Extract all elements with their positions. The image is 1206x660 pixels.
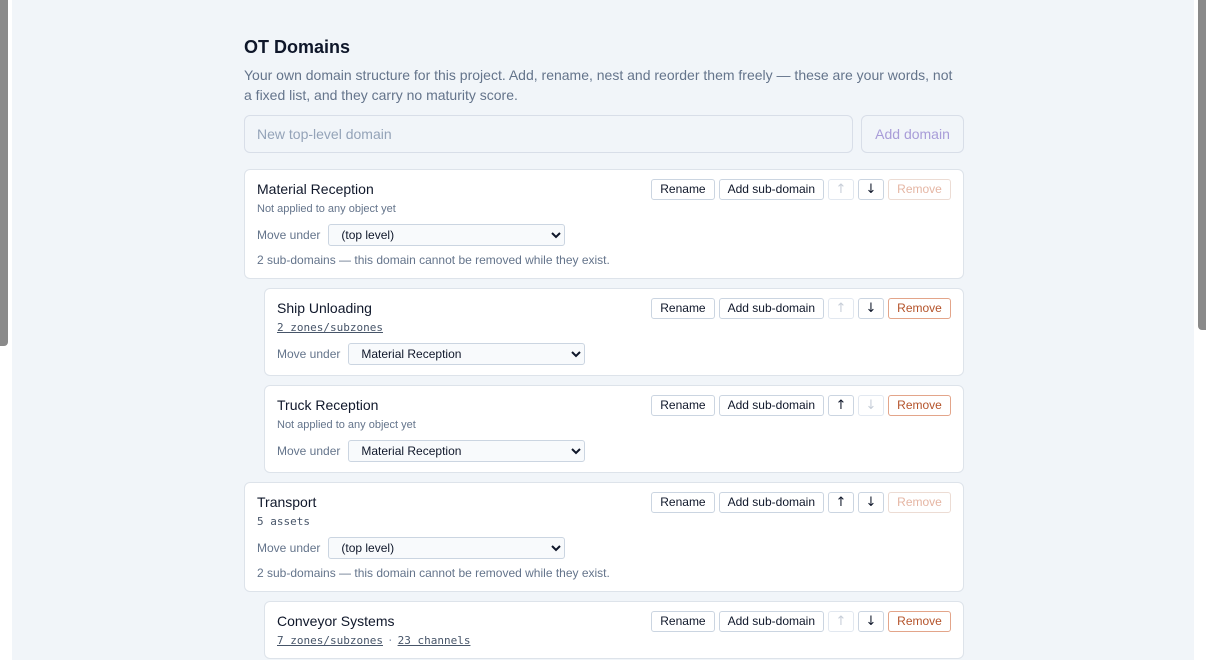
add-domain-form: Add domain [244, 115, 964, 153]
domain-card-truck-reception: Truck Reception Not applied to any objec… [264, 385, 964, 473]
usage-separator: · [386, 634, 394, 647]
domain-usage: 2 zones/subzones [277, 321, 951, 335]
add-sub-domain-button[interactable]: Add sub-domain [718, 179, 824, 200]
move-under-select[interactable]: Material Reception [348, 343, 586, 365]
move-down-button[interactable]: ↓ [858, 492, 884, 513]
move-under-select[interactable]: (top level) [328, 537, 566, 559]
add-sub-domain-button[interactable]: Add sub-domain [718, 492, 824, 513]
move-down-button[interactable]: ↓ [858, 611, 884, 632]
domain-actions: Rename Add sub-domain ↑ ↓ Remove [651, 611, 951, 632]
add-domain-button[interactable]: Add domain [861, 115, 964, 153]
domain-card-transport: Transport 5 assets Move under (top level… [244, 482, 964, 592]
move-under-label: Move under [277, 444, 341, 458]
sub-domain-note: 2 sub-domains — this domain cannot be re… [257, 253, 610, 267]
move-under-row: Move under Material Reception [277, 343, 951, 365]
zones-link[interactable]: 7 zones/subzones [277, 634, 383, 647]
domain-usage: Not applied to any object yet [277, 419, 416, 431]
domain-card-conveyor-systems: Conveyor Systems 7 zones/subzones · 23 cha… [264, 601, 964, 659]
remove-button[interactable]: Remove [888, 492, 951, 513]
add-sub-domain-button[interactable]: Add sub-domain [718, 298, 824, 319]
page-title: OT Domains [244, 37, 351, 57]
rename-button[interactable]: Rename [651, 492, 715, 513]
move-under-label: Move under [277, 347, 341, 361]
domain-usage: 5 assets [257, 515, 310, 528]
domain-usage: Not applied to any object yet [257, 203, 396, 215]
rename-button[interactable]: Rename [651, 395, 715, 416]
sub-domain-note: 2 sub-domains — this domain cannot be re… [257, 566, 610, 580]
channels-link[interactable]: 23 channels [398, 634, 471, 647]
rename-button[interactable]: Rename [651, 611, 715, 632]
domain-list: Material Reception Not applied to any ob… [244, 169, 964, 659]
left-scrollbar[interactable] [0, 0, 12, 660]
move-under-select[interactable]: Material Reception [348, 440, 586, 462]
move-up-button[interactable]: ↑ [828, 179, 854, 200]
domain-usage: 7 zones/subzones · 23 channels [277, 634, 951, 648]
move-under-row: Move under (top level) [257, 537, 951, 559]
add-sub-domain-button[interactable]: Add sub-domain [718, 395, 824, 416]
add-sub-domain-button[interactable]: Add sub-domain [718, 611, 824, 632]
left-scrollbar-thumb[interactable] [0, 0, 8, 346]
remove-button[interactable]: Remove [888, 611, 951, 632]
move-up-button[interactable]: ↑ [828, 395, 854, 416]
move-under-label: Move under [257, 228, 321, 242]
move-up-button[interactable]: ↑ [828, 298, 854, 319]
zones-link[interactable]: 2 zones/subzones [277, 321, 383, 334]
move-down-button[interactable]: ↓ [858, 395, 884, 416]
move-under-select[interactable]: (top level) [328, 224, 566, 246]
rename-button[interactable]: Rename [651, 298, 715, 319]
right-scrollbar-thumb[interactable] [1198, 0, 1206, 330]
domain-actions: Rename Add sub-domain ↑ ↓ Remove [651, 298, 951, 319]
domain-actions: Rename Add sub-domain ↑ ↓ Remove [651, 395, 951, 416]
move-up-button[interactable]: ↑ [828, 611, 854, 632]
move-down-button[interactable]: ↓ [858, 298, 884, 319]
domain-actions: Rename Add sub-domain ↑ ↓ Remove [651, 492, 951, 513]
move-down-button[interactable]: ↓ [858, 179, 884, 200]
move-under-row: Move under (top level) [257, 224, 951, 246]
domains-panel: OT Domains Your own domain structure for… [244, 36, 964, 660]
move-up-button[interactable]: ↑ [828, 492, 854, 513]
new-domain-input[interactable] [244, 115, 853, 153]
move-under-row: Move under Material Reception [277, 440, 951, 462]
remove-button[interactable]: Remove [888, 298, 951, 319]
rename-button[interactable]: Rename [651, 179, 715, 200]
right-scrollbar[interactable] [1194, 0, 1206, 660]
move-under-label: Move under [257, 541, 321, 555]
domain-card-material-reception: Material Reception Not applied to any ob… [244, 169, 964, 279]
remove-button[interactable]: Remove [888, 395, 951, 416]
remove-button[interactable]: Remove [888, 179, 951, 200]
page-description: Your own domain structure for this proje… [244, 67, 953, 103]
domain-actions: Rename Add sub-domain ↑ ↓ Remove [651, 179, 951, 200]
domain-card-ship-unloading: Ship Unloading 2 zones/subzones Move und… [264, 288, 964, 376]
